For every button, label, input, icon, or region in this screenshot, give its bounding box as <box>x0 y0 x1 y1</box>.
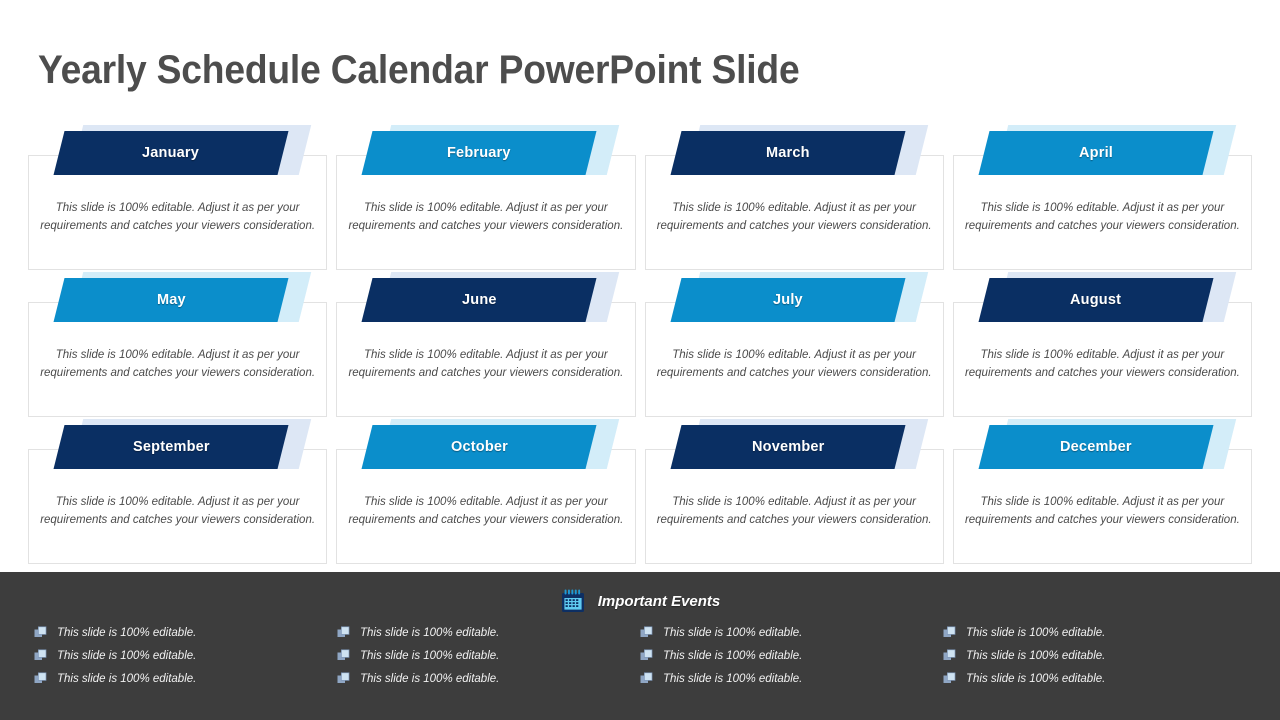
month-card-september[interactable]: This slide is 100% editable. Adjust it a… <box>28 449 328 564</box>
month-card-may[interactable]: This slide is 100% editable. Adjust it a… <box>28 302 328 417</box>
list-item-label: This slide is 100% editable. <box>360 626 500 639</box>
month-cell: This slide is 100% editable. Adjust it a… <box>952 125 1252 302</box>
list-item-label: This slide is 100% editable. <box>663 649 803 662</box>
month-card-body: This slide is 100% editable. Adjust it a… <box>40 496 316 526</box>
stacked-squares-icon <box>943 672 956 685</box>
footer-column: This slide is 100% editable. This slide i… <box>640 626 943 685</box>
month-card-body: This slide is 100% editable. Adjust it a… <box>40 349 316 379</box>
stacked-squares-icon <box>34 672 47 685</box>
month-card-february[interactable]: This slide is 100% editable. Adjust it a… <box>336 155 636 270</box>
footer-title: Important Events <box>597 592 721 610</box>
month-card-march[interactable]: This slide is 100% editable. Adjust it a… <box>644 155 944 270</box>
month-cell: This slide is 100% editable. Adjust it a… <box>952 272 1252 449</box>
list-item[interactable]: This slide is 100% editable. <box>337 626 640 639</box>
month-cell: This slide is 100% editable. Adjust it a… <box>336 272 636 449</box>
list-item[interactable]: This slide is 100% editable. <box>943 672 1246 685</box>
month-card-body: This slide is 100% editable. Adjust it a… <box>964 496 1240 526</box>
footer-bullet-columns: This slide is 100% editable. This slide i… <box>34 626 1246 685</box>
list-item-label: This slide is 100% editable. <box>966 672 1106 685</box>
calendar-icon <box>560 588 586 614</box>
stacked-squares-icon <box>34 626 47 639</box>
list-item-label: This slide is 100% editable. <box>966 626 1106 639</box>
month-card-july[interactable]: This slide is 100% editable. Adjust it a… <box>644 302 944 417</box>
list-item-label: This slide is 100% editable. <box>360 649 500 662</box>
stacked-squares-icon <box>337 626 350 639</box>
list-item[interactable]: This slide is 100% editable. <box>943 649 1246 662</box>
month-card-body: This slide is 100% editable. Adjust it a… <box>964 202 1240 232</box>
month-card-november[interactable]: This slide is 100% editable. Adjust it a… <box>644 449 944 564</box>
month-card-body: This slide is 100% editable. Adjust it a… <box>656 202 932 232</box>
month-card-grid: This slide is 100% editable. Adjust it a… <box>28 125 1252 596</box>
footer-heading: Important Events <box>0 588 1280 614</box>
month-card-body: This slide is 100% editable. Adjust it a… <box>964 349 1240 379</box>
list-item[interactable]: This slide is 100% editable. <box>640 649 943 662</box>
month-card-august[interactable]: This slide is 100% editable. Adjust it a… <box>952 302 1252 417</box>
list-item[interactable]: This slide is 100% editable. <box>640 672 943 685</box>
stacked-squares-icon <box>337 649 350 662</box>
list-item-label: This slide is 100% editable. <box>57 626 197 639</box>
month-card-body: This slide is 100% editable. Adjust it a… <box>348 349 624 379</box>
month-card-june[interactable]: This slide is 100% editable. Adjust it a… <box>336 302 636 417</box>
list-item[interactable]: This slide is 100% editable. <box>337 672 640 685</box>
stacked-squares-icon <box>640 649 653 662</box>
month-card-body: This slide is 100% editable. Adjust it a… <box>348 496 624 526</box>
month-cell: This slide is 100% editable. Adjust it a… <box>644 272 944 449</box>
slide-canvas: Yearly Schedule Calendar PowerPoint Slid… <box>0 0 1280 720</box>
month-card-december[interactable]: This slide is 100% editable. Adjust it a… <box>952 449 1252 564</box>
month-card-april[interactable]: This slide is 100% editable. Adjust it a… <box>952 155 1252 270</box>
month-card-body: This slide is 100% editable. Adjust it a… <box>656 496 932 526</box>
month-card-january[interactable]: This slide is 100% editable. Adjust it a… <box>28 155 328 270</box>
stacked-squares-icon <box>640 672 653 685</box>
important-events-footer: Important Events This slide is 100% edit… <box>0 572 1280 720</box>
footer-column: This slide is 100% editable. This slide i… <box>943 626 1246 685</box>
month-cell: This slide is 100% editable. Adjust it a… <box>28 125 328 302</box>
list-item-label: This slide is 100% editable. <box>360 672 500 685</box>
page-title: Yearly Schedule Calendar PowerPoint Slid… <box>38 48 800 92</box>
month-cell: This slide is 100% editable. Adjust it a… <box>28 272 328 449</box>
month-cell: This slide is 100% editable. Adjust it a… <box>644 125 944 302</box>
month-card-body: This slide is 100% editable. Adjust it a… <box>656 349 932 379</box>
month-card-body: This slide is 100% editable. Adjust it a… <box>348 202 624 232</box>
list-item[interactable]: This slide is 100% editable. <box>34 649 337 662</box>
footer-column: This slide is 100% editable. This slide i… <box>337 626 640 685</box>
list-item-label: This slide is 100% editable. <box>57 649 197 662</box>
list-item[interactable]: This slide is 100% editable. <box>337 649 640 662</box>
list-item-label: This slide is 100% editable. <box>663 626 803 639</box>
list-item[interactable]: This slide is 100% editable. <box>640 626 943 639</box>
month-cell: This slide is 100% editable. Adjust it a… <box>336 125 636 302</box>
list-item-label: This slide is 100% editable. <box>663 672 803 685</box>
stacked-squares-icon <box>34 649 47 662</box>
month-card-body: This slide is 100% editable. Adjust it a… <box>40 202 316 232</box>
stacked-squares-icon <box>640 626 653 639</box>
list-item[interactable]: This slide is 100% editable. <box>34 672 337 685</box>
stacked-squares-icon <box>943 649 956 662</box>
stacked-squares-icon <box>943 626 956 639</box>
stacked-squares-icon <box>337 672 350 685</box>
footer-column: This slide is 100% editable. This slide i… <box>34 626 337 685</box>
list-item[interactable]: This slide is 100% editable. <box>943 626 1246 639</box>
month-card-october[interactable]: This slide is 100% editable. Adjust it a… <box>336 449 636 564</box>
list-item[interactable]: This slide is 100% editable. <box>34 626 337 639</box>
list-item-label: This slide is 100% editable. <box>966 649 1106 662</box>
list-item-label: This slide is 100% editable. <box>57 672 197 685</box>
